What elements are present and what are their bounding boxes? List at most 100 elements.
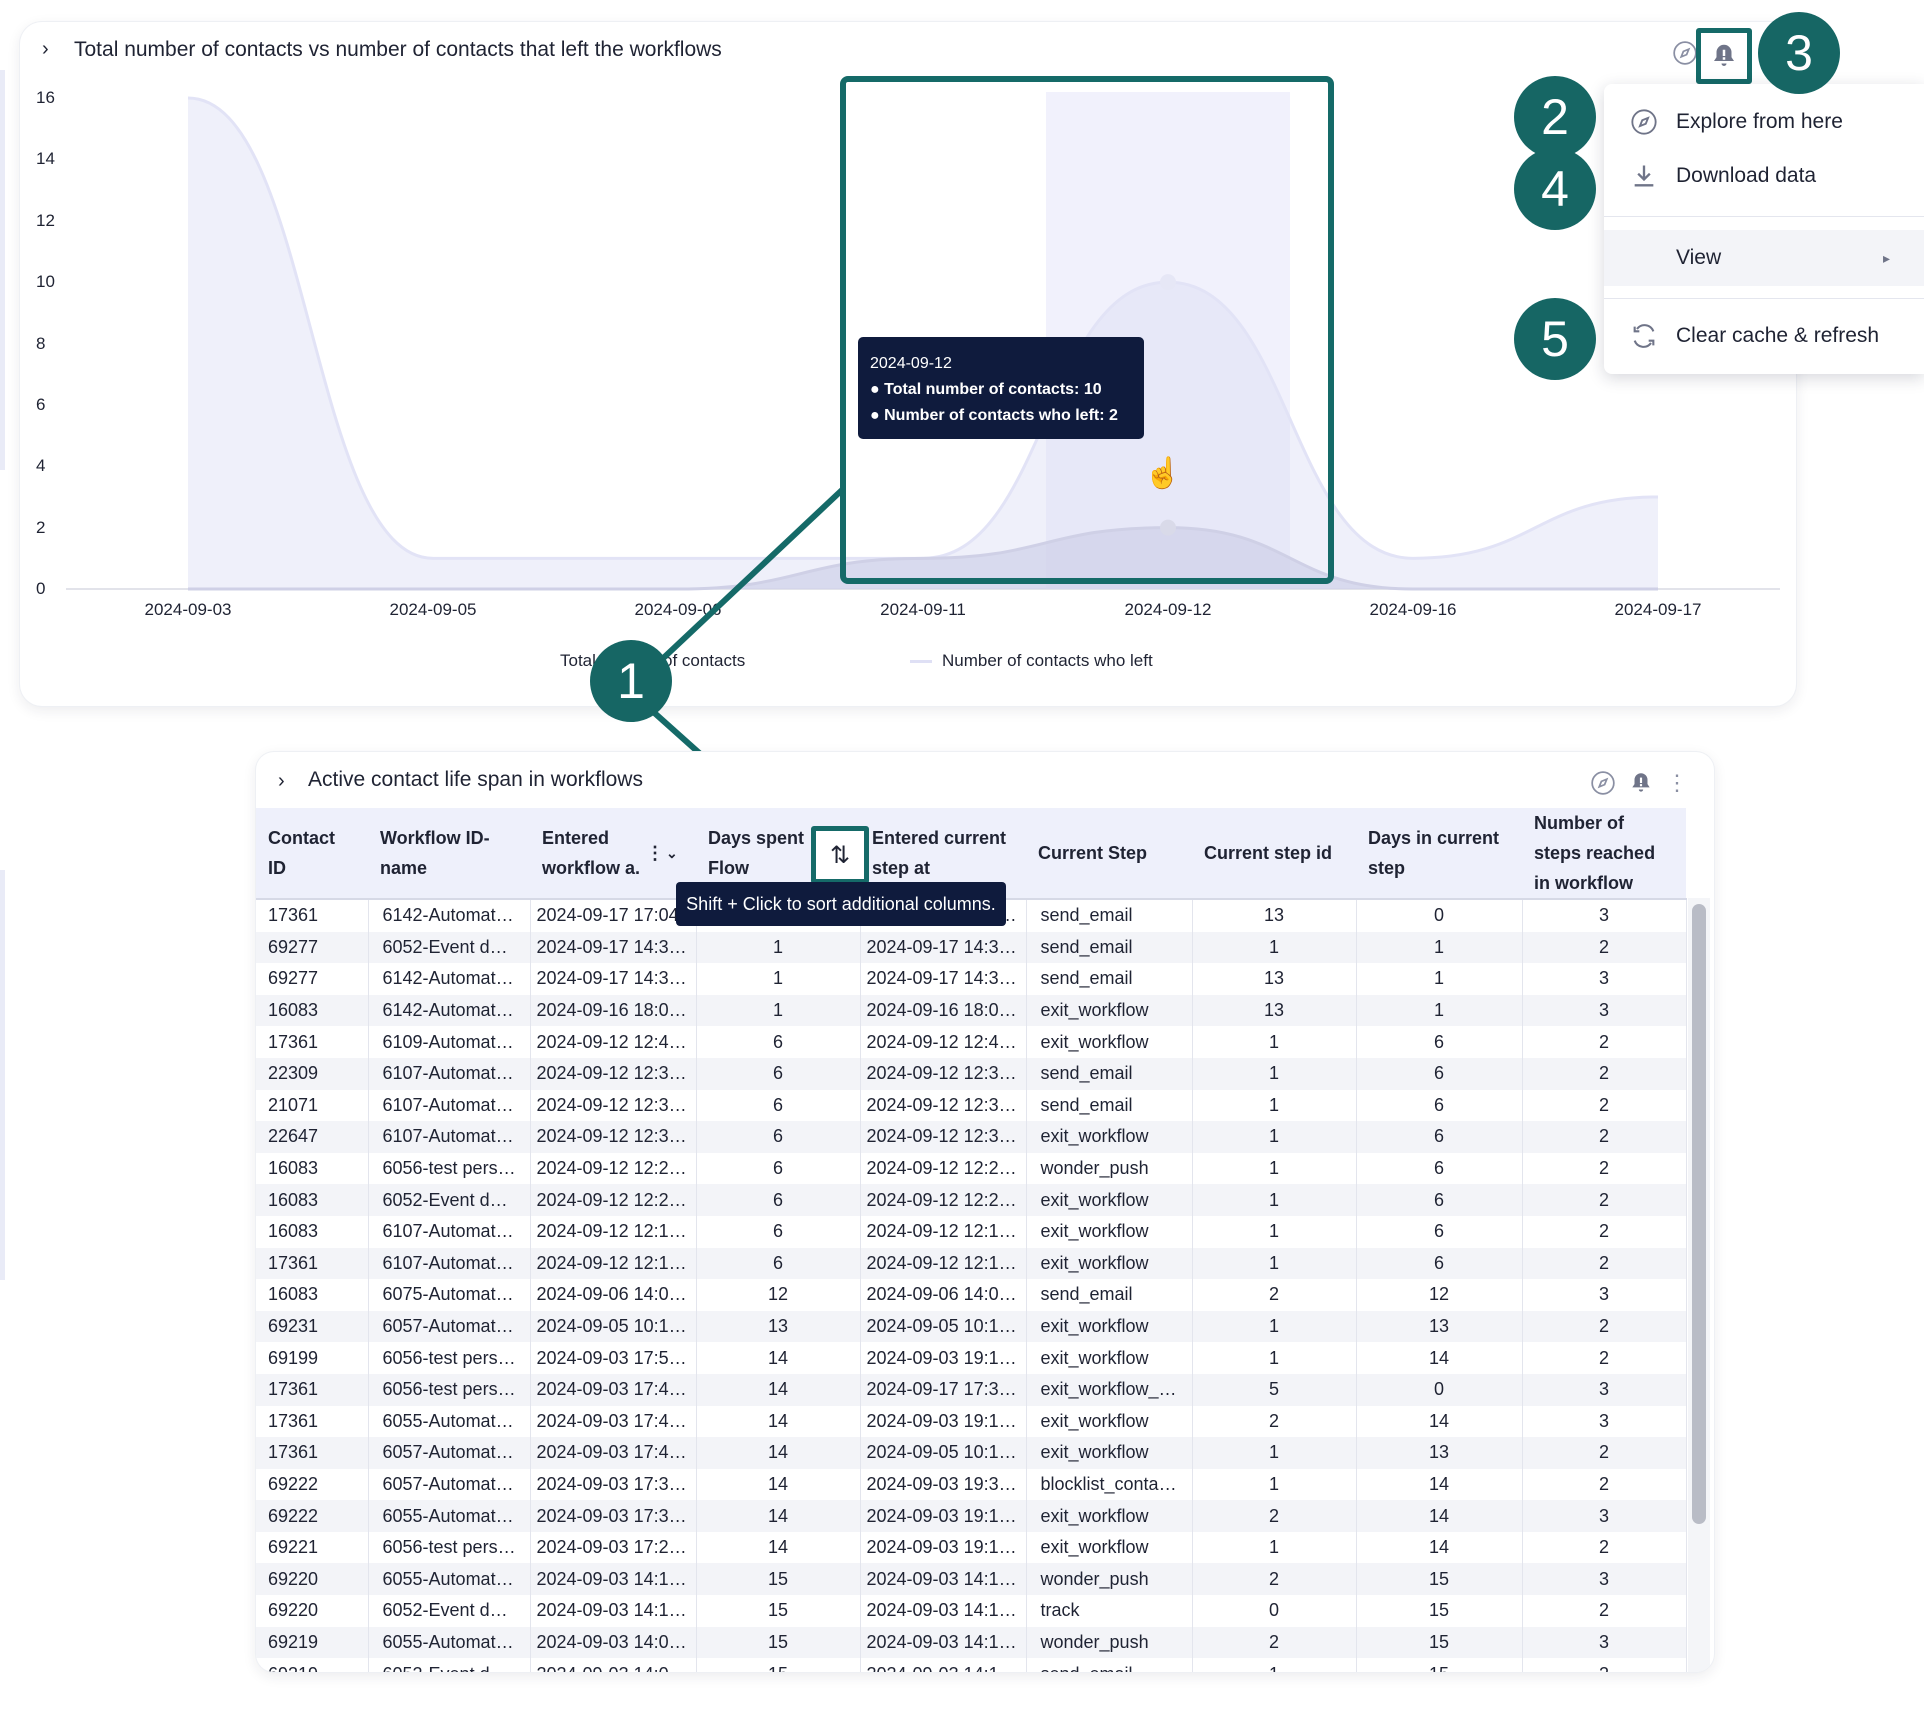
table-cell: 2024-09-03 19:18:19: [860, 1342, 1027, 1374]
table-cell: 2024-09-12 12:15:02: [530, 1215, 697, 1248]
table-row[interactable]: 692196052-Event d…2024-09-03 14:09:59152…: [256, 1658, 1687, 1672]
table-row[interactable]: 69219 6055-Automat… 2024-09-03 14:09:59 15 2…: [256, 1626, 1687, 1659]
menu-item-clear-cache[interactable]: Clear cache & refresh: [1604, 310, 1924, 362]
table-row[interactable]: 69220 6055-Automat… 2024-09-03 14:13:16 15 2…: [256, 1563, 1687, 1596]
table-row[interactable]: 69221 6056-test pers… 2024-09-03 17:22:42 1…: [256, 1531, 1687, 1564]
table-cell: 69222: [256, 1500, 369, 1532]
legend-swatch-left: [910, 660, 932, 664]
table-cell: 6: [1356, 1121, 1523, 1153]
table-cell: 69277: [256, 963, 369, 995]
legend-item-left[interactable]: Number of contacts who left: [910, 651, 1153, 671]
table-row[interactable]: 17361 6057-Automat… 2024-09-03 17:48:31 14 2…: [256, 1437, 1687, 1469]
table-row[interactable]: 17361 6056-test pers… 2024-09-03 17:48:31 1…: [256, 1373, 1687, 1406]
table-cell: 2024-09-03 14:10:01: [860, 1626, 1027, 1659]
table-cell: 2024-09-12 12:31:23: [530, 1089, 697, 1122]
table-row[interactable]: 69277 6052-Event d… 2024-09-17 14:36:56 1 20…: [256, 931, 1687, 964]
column-header-current-step[interactable]: Current Step: [1026, 808, 1192, 900]
table-cell: 17361: [256, 1405, 369, 1438]
table-cell: track: [1026, 1595, 1193, 1627]
table-cell: 14: [696, 1373, 861, 1406]
callout-badge-2: 2: [1514, 76, 1596, 158]
table-cell: wonder_push: [1026, 1626, 1193, 1659]
table-row[interactable]: 21071 6107-Automat… 2024-09-12 12:31:23 6 20…: [256, 1089, 1687, 1122]
menu-item-download[interactable]: Download data: [1604, 150, 1924, 202]
table-cell: blocklist_conta…: [1026, 1468, 1193, 1501]
table-cell: 14: [1356, 1468, 1523, 1501]
scrollbar-thumb[interactable]: [1692, 904, 1706, 1524]
table-cell: 6: [1356, 1152, 1523, 1185]
table-cell: 6052-Event d…: [368, 1658, 531, 1672]
table-row[interactable]: 16083 6075-Automat… 2024-09-06 14:06:32 12 2…: [256, 1279, 1687, 1311]
y-tick-label: 0: [36, 579, 46, 598]
table-row[interactable]: 69222 6057-Automat… 2024-09-03 17:38:55 14 2…: [256, 1468, 1687, 1501]
table-row[interactable]: 16083 6056-test pers… 2024-09-12 12:26:26 6…: [256, 1152, 1687, 1185]
table-cell: 2024-09-03 17:48:31: [530, 1373, 697, 1406]
column-header-steps-reached[interactable]: Number of steps reached in workflow: [1522, 808, 1686, 900]
table-cell: 1: [1192, 1468, 1357, 1501]
table-row[interactable]: 69199 6056-test pers… 2024-09-03 17:58:41 1…: [256, 1342, 1687, 1374]
table-row[interactable]: 69231 6057-Automat… 2024-09-05 10:12:38 13 2…: [256, 1310, 1687, 1343]
table-row[interactable]: 22309 6107-Automat… 2024-09-12 12:31:23 6 20…: [256, 1057, 1687, 1090]
table-cell: 1: [1192, 1247, 1357, 1280]
table-cell: 1: [1192, 1531, 1357, 1564]
table-cell: 2024-09-12 12:45:04: [530, 1026, 697, 1058]
alert-bell-button[interactable]: [1696, 28, 1752, 84]
table-row[interactable]: 16083 6142-Automat… 2024-09-16 18:00:03 1 20…: [256, 994, 1687, 1027]
table-row[interactable]: 16083 6052-Event d… 2024-09-12 12:26:26 6 20…: [256, 1184, 1687, 1216]
table-cell: 2024-09-12 12:45:05: [860, 1026, 1027, 1058]
table-cell: 6056-test pers…: [368, 1373, 531, 1406]
table-cell: 2024-09-12 12:15:02: [530, 1247, 697, 1280]
table-cell: 16083: [256, 1279, 369, 1311]
table-row[interactable]: 69277 6142-Automat… 2024-09-17 14:36:56 1 20…: [256, 963, 1687, 995]
table-cell: 2: [1522, 931, 1687, 964]
y-tick-label: 10: [36, 272, 55, 292]
table-row[interactable]: 69220 6052-Event d… 2024-09-03 14:13:16 15 2…: [256, 1595, 1687, 1627]
table-cell: 3: [1522, 963, 1687, 995]
column-header-entered-workflow[interactable]: Entered workflow a. ⋮ ⌄: [530, 808, 696, 900]
bell-icon[interactable]: [1628, 770, 1654, 796]
table-cell: 6075-Automat…: [368, 1279, 531, 1311]
table-cell: 2024-09-17 14:36:57: [860, 931, 1027, 964]
table-cell: 2: [1192, 1405, 1357, 1438]
chevron-down-icon[interactable]: ⌄: [666, 838, 678, 868]
table-cell: 69222: [256, 1468, 369, 1501]
menu-divider: [1604, 216, 1924, 217]
column-header-step-id[interactable]: Current step id: [1192, 808, 1356, 900]
table-cell: 13: [1356, 1437, 1523, 1469]
column-header-contact-id[interactable]: Contact ID: [256, 808, 368, 900]
column-menu-icon[interactable]: ⋮: [646, 838, 664, 868]
table-cell: 2024-09-03 19:31:06: [860, 1468, 1027, 1501]
table-cell: 6056-test pers…: [368, 1152, 531, 1185]
column-header-days-current[interactable]: Days in current step: [1356, 808, 1522, 900]
table-cell: 2024-09-12 12:26:27: [860, 1184, 1027, 1216]
table-cell: exit_workflow: [1026, 1342, 1193, 1374]
table-cell: 2024-09-12 12:26:26: [530, 1152, 697, 1185]
table-cell: 6107-Automat…: [368, 1089, 531, 1122]
table-row[interactable]: 17361 6109-Automat… 2024-09-12 12:45:04 6 20…: [256, 1026, 1687, 1058]
more-vertical-icon[interactable]: ⋮: [1664, 770, 1690, 796]
table-cell: 13: [1192, 963, 1357, 995]
table-row[interactable]: 17361 6107-Automat… 2024-09-12 12:15:02 6 20…: [256, 1247, 1687, 1280]
x-tick-label: 2024-09-17: [1614, 600, 1702, 619]
table-cell: 13: [1356, 1310, 1523, 1343]
table-row[interactable]: 17361 6055-Automat… 2024-09-03 17:48:31 14 2…: [256, 1405, 1687, 1438]
explore-compass-icon[interactable]: [1590, 770, 1616, 796]
table-row[interactable]: 16083 6107-Automat… 2024-09-12 12:15:02 6 20…: [256, 1215, 1687, 1248]
table-cell: send_email: [1026, 899, 1193, 932]
table-cell: 2024-09-03 17:22:42: [530, 1531, 697, 1564]
sort-button[interactable]: ⇅: [811, 826, 869, 884]
table-cell: 2024-09-17 17:04:: [530, 899, 697, 932]
menu-item-view[interactable]: View ▸: [1604, 230, 1924, 286]
table-cell: 2: [1522, 1057, 1687, 1090]
table-row[interactable]: 22647 6107-Automat… 2024-09-12 12:31:23 6 20…: [256, 1121, 1687, 1153]
table-cell: 69219: [256, 1658, 369, 1672]
table-cell: 14: [1356, 1405, 1523, 1438]
download-icon: [1630, 162, 1658, 190]
column-header-workflow[interactable]: Workflow ID-name: [368, 808, 530, 900]
table-cell: 17361: [256, 899, 369, 932]
collapse-chevron-icon[interactable]: ›: [278, 770, 285, 793]
table-cell: 3: [1522, 1563, 1687, 1596]
menu-item-explore[interactable]: Explore from here: [1604, 96, 1924, 148]
table-row[interactable]: 69222 6055-Automat… 2024-09-03 17:38:54 14 2…: [256, 1500, 1687, 1532]
table-cell: 1: [1192, 1026, 1357, 1058]
